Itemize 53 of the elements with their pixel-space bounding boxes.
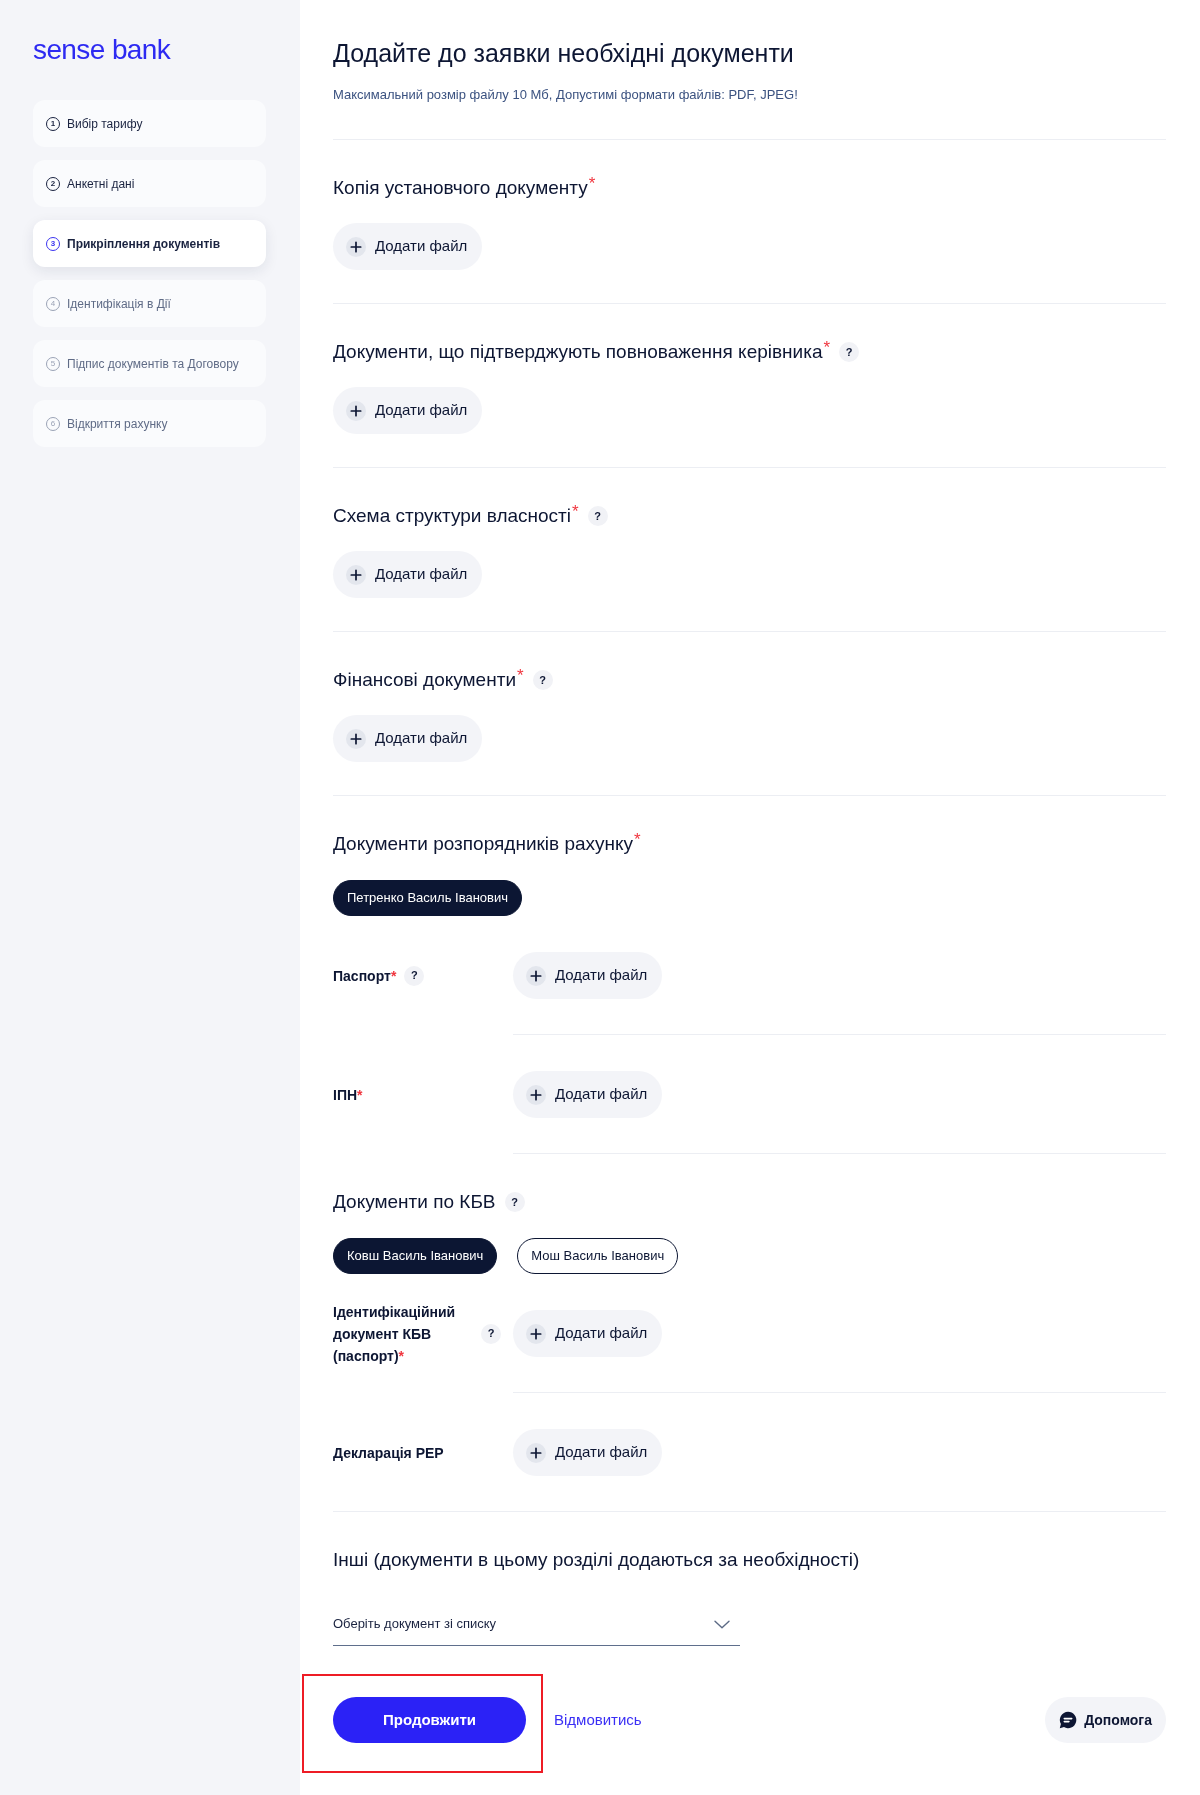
file-requirements-note: Максимальний розмір файлу 10 Мб, Допустимі формати файлів: PDF, JPEG! — [333, 87, 799, 103]
document-label: Декларація PEP — [333, 1443, 444, 1463]
step-item[interactable]: 3 Прикріплення документів — [33, 220, 266, 267]
section-title: Документи, що підтверджують повноваження керівника — [333, 340, 823, 364]
plus-icon — [526, 965, 546, 986]
person-chip[interactable]: Мош Василь Іванович — [517, 1238, 679, 1274]
add-file-button[interactable]: Додати файл — [513, 1310, 663, 1357]
help-button[interactable]: ? — [839, 342, 860, 362]
document-label: Ідентифікаційний документ КБВ (паспорт)* — [333, 1302, 457, 1366]
document-select[interactable]: Оберіть документ зі списку — [333, 1602, 740, 1646]
help-button[interactable]: ? — [481, 1323, 501, 1344]
continue-button[interactable]: Продовжити — [333, 1697, 526, 1743]
add-file-button[interactable]: Додати файл — [513, 952, 663, 999]
step-item[interactable]: 1 Вибір тарифу — [33, 100, 266, 147]
person-chip[interactable]: Ковш Василь Іванович — [333, 1238, 498, 1274]
section-title: Інші (документи в цьому розділі додаються за необхідності) — [333, 1548, 860, 1572]
step-item[interactable]: 2 Анкетні дані — [33, 160, 266, 207]
cancel-link[interactable]: Відмовитись — [554, 1697, 642, 1743]
required-mark: * — [634, 832, 641, 848]
document-label: Паспорт* — [333, 966, 397, 986]
help-button[interactable]: ? — [532, 670, 553, 690]
plus-icon — [526, 1084, 546, 1105]
section-title: Копія установчого документу — [333, 176, 588, 200]
plus-icon — [346, 236, 366, 257]
section-title: Документи розпорядників рахунку — [333, 832, 634, 856]
required-mark: * — [572, 504, 579, 520]
section-title: Фінансові документи — [333, 668, 516, 692]
plus-icon — [526, 1323, 546, 1344]
add-file-button[interactable]: Додати файл — [333, 387, 483, 434]
plus-icon — [346, 728, 366, 749]
document-label: ІПН* — [333, 1085, 363, 1105]
add-file-button[interactable]: Додати файл — [333, 223, 483, 270]
required-mark: * — [588, 176, 596, 192]
section-title: Документи по КБВ — [333, 1190, 496, 1214]
help-button[interactable]: ? — [587, 506, 608, 526]
help-button[interactable]: ? — [504, 1192, 525, 1212]
add-file-button[interactable]: Додати файл — [513, 1429, 663, 1476]
plus-icon — [526, 1442, 546, 1463]
help-chat-button[interactable]: Допомога — [1045, 1697, 1166, 1743]
add-file-button[interactable]: Додати файл — [513, 1071, 663, 1118]
required-mark: * — [823, 340, 831, 356]
add-file-button[interactable]: Додати файл — [333, 715, 483, 762]
help-button[interactable]: ? — [404, 965, 425, 986]
logo: sense bank — [33, 34, 171, 66]
page-title: Додайте до заявки необхідні документи — [333, 38, 795, 68]
plus-icon — [346, 564, 366, 585]
add-file-button[interactable]: Додати файл — [333, 551, 483, 598]
chat-bubble-icon — [1059, 1711, 1078, 1729]
plus-icon — [346, 400, 366, 421]
required-mark: * — [517, 668, 524, 684]
section-title: Схема структури власності — [333, 504, 572, 528]
chevron-down-icon — [714, 1620, 730, 1629]
person-chip[interactable]: Петренко Василь Іванович — [333, 880, 522, 916]
